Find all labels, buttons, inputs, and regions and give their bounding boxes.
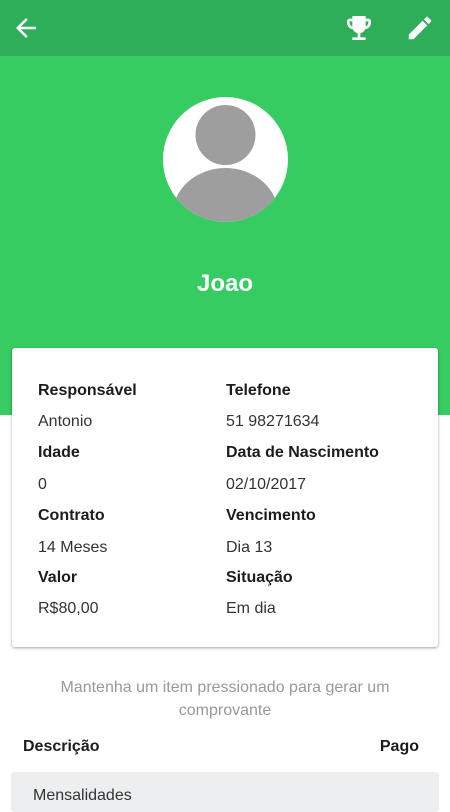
idade-label: Idade: [38, 444, 80, 461]
situacao-value: Em dia: [226, 600, 276, 617]
vencimento-value: Dia 13: [226, 539, 273, 556]
student-name: Joao: [196, 270, 253, 297]
column-header-descricao: Descrição: [23, 738, 100, 755]
situacao-label: Situação: [226, 569, 293, 586]
list-item[interactable]: Mensalidades: [11, 772, 439, 812]
telefone-label: Telefone: [226, 382, 291, 399]
nascimento-label: Data de Nascimento: [226, 444, 379, 461]
contrato-label: Contrato: [38, 507, 105, 524]
nascimento-value: 02/10/2017: [226, 476, 307, 493]
edit-button[interactable]: [402, 10, 438, 46]
valor-value: R$80,00: [38, 600, 99, 617]
pencil-icon: [408, 16, 432, 40]
details-card: Responsável Antonio Telefone 51 98271634…: [12, 348, 438, 647]
avatar: [163, 97, 288, 222]
trophy-icon: [347, 16, 371, 40]
list-item-descricao: Mensalidades: [33, 787, 132, 804]
responsavel-label: Responsável: [38, 382, 137, 399]
arrow-left-icon: [16, 18, 36, 38]
long-press-hint: Mantenha um item pressionado para gerar …: [60, 679, 390, 719]
back-button[interactable]: [8, 10, 44, 46]
idade-value: 0: [38, 476, 47, 493]
column-header-pago: Pago: [379, 738, 419, 755]
trophy-button[interactable]: [341, 10, 377, 46]
valor-label: Valor: [38, 569, 78, 586]
user-placeholder-icon: [172, 105, 279, 222]
telefone-value: 51 98271634: [226, 413, 320, 430]
vencimento-label: Vencimento: [226, 507, 316, 524]
top-app-bar: [0, 0, 450, 56]
responsavel-value: Antonio: [38, 413, 93, 430]
contrato-value: 14 Meses: [38, 539, 108, 556]
